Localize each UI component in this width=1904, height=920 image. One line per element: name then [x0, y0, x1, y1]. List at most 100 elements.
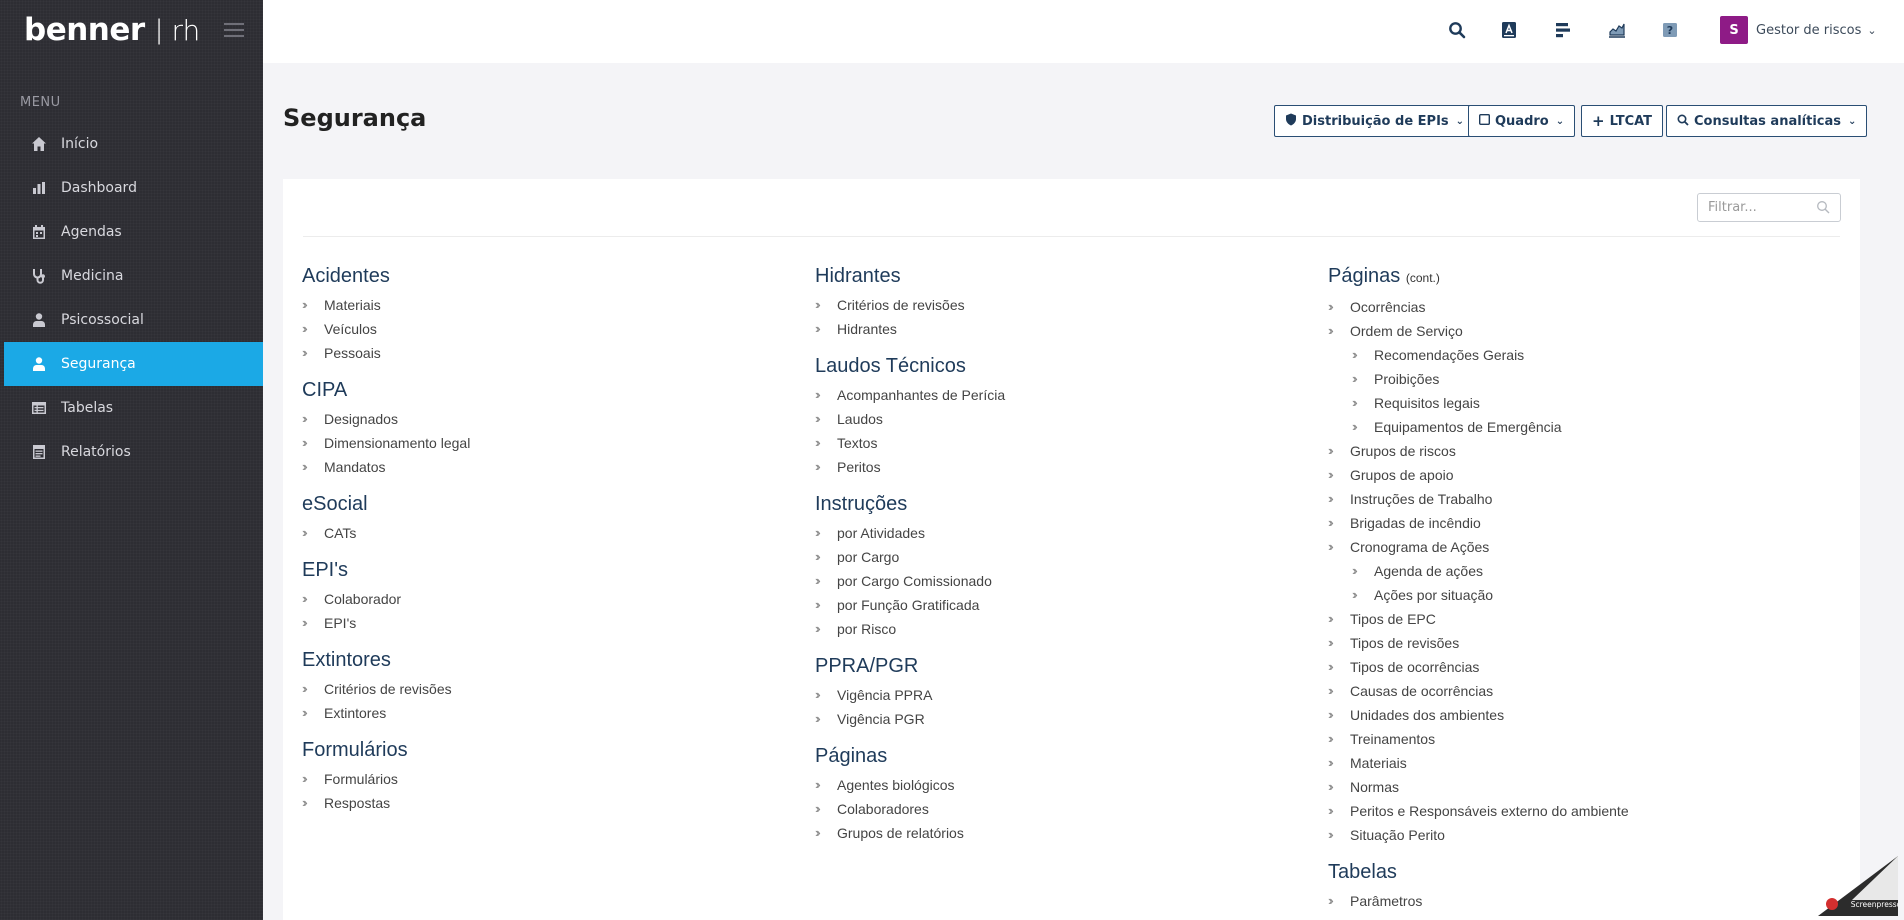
menu-link-label: Grupos de apoio [1350, 467, 1454, 483]
menu-link[interactable]: ›› Cronograma de Ações [1328, 535, 1828, 559]
menu-link[interactable]: ›› por Cargo Comissionado [815, 569, 1315, 593]
menu-link[interactable]: ›› Formulários [302, 767, 802, 791]
section-title-text: Instruções [815, 493, 908, 515]
menu-link[interactable]: ›› Extintores [302, 701, 802, 725]
sidebar-item-psicossocial[interactable]: Psicossocial [4, 298, 263, 342]
menu-link[interactable]: ›› Hidrantes [815, 317, 1315, 341]
menu-link-label: Acompanhantes de Perícia [837, 387, 1006, 403]
sidebar-item-dashboard[interactable]: Dashboard [4, 166, 263, 210]
menu-link-label: Peritos [837, 459, 881, 475]
sidebar-item-inicio[interactable]: Início [4, 122, 263, 166]
sidebar-item-label: Início [61, 136, 99, 152]
svg-text:?: ? [1667, 24, 1673, 37]
menu-link[interactable]: ›› Agenda de ações [1328, 559, 1828, 583]
menu-link-label: Grupos de riscos [1350, 443, 1456, 459]
menu-link[interactable]: ›› por Função Gratificada [815, 593, 1315, 617]
menu-link[interactable]: ›› Tipos de revisões [1328, 631, 1828, 655]
quadro-button[interactable]: Quadro ⌄ [1468, 105, 1576, 137]
menu-link[interactable]: ›› por Cargo [815, 545, 1315, 569]
menu-link[interactable]: ›› Materiais [302, 293, 802, 317]
menu-link[interactable]: ›› Tipos de EPC [1328, 607, 1828, 631]
menu-link[interactable]: ›› Proibições [1328, 367, 1828, 391]
menu-link[interactable]: ›› Equipamentos de Emergência [1328, 415, 1828, 439]
menu-link[interactable]: ›› Vigência PGR [815, 707, 1315, 731]
sidebar-item-medicina[interactable]: Medicina [4, 254, 263, 298]
menu-link[interactable]: ›› Brigadas de incêndio [1328, 511, 1828, 535]
double-chevron-right-icon: ›› [1328, 893, 1334, 908]
ltcat-button[interactable]: + LTCAT [1581, 105, 1664, 137]
user-menu[interactable]: S Gestor de riscos ⌄ [1720, 16, 1877, 44]
document-a-icon[interactable] [1498, 19, 1520, 41]
menu-link[interactable]: ›› EPI's [302, 611, 802, 635]
menu-link[interactable]: ›› Ocorrências [1328, 295, 1828, 319]
menu-link[interactable]: ›› Agentes biológicos [815, 773, 1315, 797]
menu-link[interactable]: ›› Tipos de ocorrências [1328, 655, 1828, 679]
menu-link[interactable]: ›› Dimensionamento legal [302, 431, 802, 455]
menu-link[interactable]: ›› Ordem de Serviço [1328, 319, 1828, 343]
menu-link[interactable]: ›› Mandatos [302, 455, 802, 479]
menu-link[interactable]: ›› Textos [815, 431, 1315, 455]
menu-link[interactable]: ›› Treinamentos [1328, 727, 1828, 751]
menu-link[interactable]: ›› Respostas [302, 791, 802, 815]
section-title: CIPA [302, 377, 802, 403]
menu-link[interactable]: ›› Critérios de revisões [302, 677, 802, 701]
sidebar-item-tabelas[interactable]: Tabelas [4, 386, 263, 430]
menu-link-label: Situação Perito [1350, 827, 1445, 843]
menu-link[interactable]: ›› Normas [1328, 775, 1828, 799]
menu-link[interactable]: ›› Grupos de apoio [1328, 463, 1828, 487]
sidebar-item-agendas[interactable]: Agendas [4, 210, 263, 254]
search-icon[interactable] [1446, 19, 1468, 41]
menu-link[interactable]: ›› Pessoais [302, 341, 802, 365]
menu-link[interactable]: ›› Parâmetros [1328, 889, 1828, 913]
menu-link[interactable]: ›› Vigência PPRA [815, 683, 1315, 707]
menu-link[interactable]: ›› Peritos [815, 455, 1315, 479]
menu-link[interactable]: ›› Colaborador [302, 587, 802, 611]
user-shield-icon [30, 355, 48, 373]
double-chevron-right-icon: ›› [1328, 659, 1334, 674]
section-title: Tabelas [1328, 859, 1828, 885]
menu-link[interactable]: ›› Causas de ocorrências [1328, 679, 1828, 703]
menu-link[interactable]: ›› por Atividades [815, 521, 1315, 545]
analytics-icon[interactable] [1606, 19, 1628, 41]
menu-link[interactable]: ›› Requisitos legais [1328, 391, 1828, 415]
menu-link[interactable]: ›› Peritos e Responsáveis externo do ambi… [1328, 799, 1828, 823]
menu-link[interactable]: ›› Colaboradores [815, 797, 1315, 821]
menu-link[interactable]: ›› Instruções de Trabalho [1328, 487, 1828, 511]
menu-link[interactable]: ›› Acompanhantes de Perícia [815, 383, 1315, 407]
filter-field[interactable] [1697, 193, 1841, 222]
filter-input[interactable] [1708, 200, 1812, 215]
menu-link[interactable]: ›› Designados [302, 407, 802, 431]
menu-link[interactable]: ›› Critérios de revisões [815, 293, 1315, 317]
menu-link[interactable]: ›› Recomendações Gerais [1328, 343, 1828, 367]
menu-link-label: Colaboradores [837, 801, 929, 817]
menu-link[interactable]: ›› Grupos de riscos [1328, 439, 1828, 463]
sidebar-item-relatorios[interactable]: Relatórios [4, 430, 263, 474]
menu-link-label: Normas [1350, 779, 1400, 795]
menu-link[interactable]: ›› Unidades dos ambientes [1328, 703, 1828, 727]
menu-link[interactable]: ›› Ações por situação [1328, 583, 1828, 607]
epi-distribution-button[interactable]: Distribuição de EPIs ⌄ [1274, 105, 1476, 137]
double-chevron-right-icon: ›› [1328, 683, 1334, 698]
sidebar-item-seguranca[interactable]: Segurança [4, 342, 263, 386]
tasks-icon[interactable] [1552, 19, 1574, 41]
link-list: ›› Ocorrências ›› Ordem de Serviço ›› Recomen… [1328, 295, 1828, 847]
menu-link-label: Textos [837, 435, 878, 451]
square-icon [1478, 113, 1491, 128]
menu-link[interactable]: ›› por Risco [815, 617, 1315, 641]
app-logo[interactable]: benner | rh [24, 10, 200, 50]
menu-link[interactable]: ›› Grupos de relatórios [815, 821, 1315, 845]
double-chevron-right-icon: ›› [815, 549, 821, 564]
menu-link[interactable]: ›› Situação Perito [1328, 823, 1828, 847]
menu-link[interactable]: ›› CATs [302, 521, 802, 545]
menu-link[interactable]: ›› Laudos [815, 407, 1315, 431]
menu-link[interactable]: ›› Veículos [302, 317, 802, 341]
menu-link-label: Tipos de EPC [1350, 611, 1436, 627]
help-icon[interactable]: ? [1659, 19, 1681, 41]
menu-column-1: Acidentes ›› Materiais ›› Veículos ›› Pessoais… [302, 263, 802, 815]
plus-icon: + [1592, 112, 1605, 130]
menu-link[interactable]: ›› Materiais [1328, 751, 1828, 775]
menu-title: MENU [20, 95, 61, 110]
consultas-analiticas-button[interactable]: Consultas analíticas ⌄ [1666, 105, 1868, 137]
hamburger-menu-icon[interactable] [224, 23, 244, 39]
menu-link-label: Materiais [324, 297, 381, 313]
